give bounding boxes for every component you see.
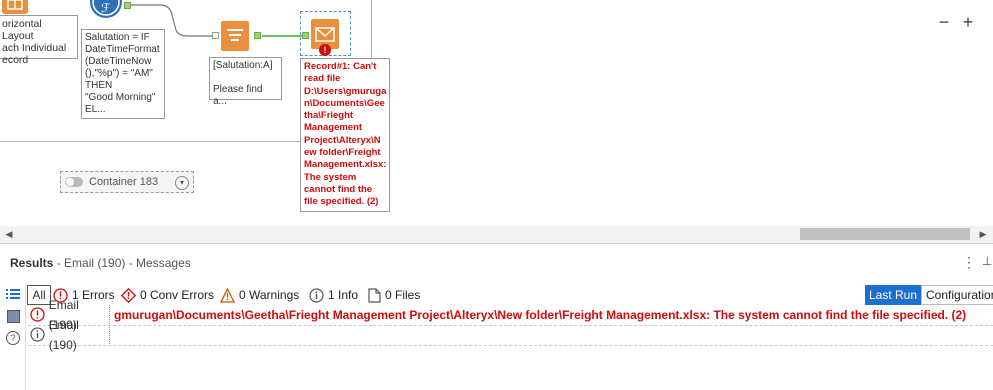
report-text-tool[interactable]: [221, 21, 249, 51]
error-circle-icon: [30, 307, 45, 322]
layout-annotation: orizontal Layout ach Individual ecord: [0, 15, 78, 66]
formula-annotation: Salutation = IF DateTimeFormat (DateTime…: [81, 29, 165, 119]
files-count-label: 0 Files: [385, 288, 421, 302]
canvas-horizontal-scrollbar[interactable]: ◀ ▶: [0, 226, 993, 243]
container-toggle-icon[interactable]: [65, 177, 83, 187]
layout-tool-icon: [7, 0, 23, 10]
filter-info-button[interactable]: 1 Info: [309, 285, 358, 305]
info-count-label: 1 Info: [328, 288, 359, 302]
filter-conv-errors-button[interactable]: 0 Conv Errors: [121, 285, 214, 305]
report-text-icon: [227, 29, 243, 41]
more-options-icon[interactable]: ⋮: [962, 254, 976, 271]
pin-icon[interactable]: ⊥: [982, 254, 992, 268]
row-message: gmurugan\Documents\Geetha\Frieght Manage…: [114, 308, 967, 322]
results-title: Results: [10, 256, 54, 270]
results-side-toolbar: ?: [0, 284, 26, 390]
scroll-right-icon[interactable]: ▶: [976, 227, 990, 241]
filter-all-button[interactable]: All: [27, 285, 51, 305]
formula-tool[interactable]: ℱ: [90, 0, 122, 18]
zoom-in-button[interactable]: +: [958, 12, 978, 32]
conv-error-diamond-icon: [121, 287, 136, 303]
warning-triangle-icon: [220, 287, 235, 303]
info-circle-icon: [309, 287, 324, 303]
formula-output-anchor[interactable]: [124, 2, 131, 9]
results-subtitle: - Email (190) - Messages: [56, 256, 191, 270]
container-label: Container 183: [89, 176, 159, 188]
report-output-anchor[interactable]: [254, 32, 261, 39]
formula-icon: ℱ: [92, 0, 120, 16]
layout-tool[interactable]: [2, 0, 28, 14]
filter-files-button[interactable]: 0 Files: [368, 285, 420, 305]
row-tool-name: Email (190): [48, 317, 79, 352]
scroll-left-icon[interactable]: ◀: [2, 227, 16, 241]
email-input-anchor[interactable]: [302, 32, 309, 39]
email-error-annotation: Record#1: Can't read file D:\Users\gmuru…: [300, 58, 390, 212]
report-input-anchor[interactable]: [212, 32, 219, 39]
table-row[interactable]: Email (190): [28, 318, 993, 352]
last-run-button[interactable]: Last Run: [865, 285, 921, 305]
help-icon[interactable]: ?: [6, 331, 20, 345]
error-badge-icon: !: [319, 44, 331, 56]
warnings-count-label: 0 Warnings: [239, 288, 300, 302]
results-header: Results - Email (190) - Messages: [10, 256, 191, 270]
svg-text:ℱ: ℱ: [101, 1, 111, 15]
conv-errors-count-label: 0 Conv Errors: [140, 288, 215, 302]
results-panel: Results - Email (190) - Messages ⋮ ⊥ All…: [0, 243, 993, 390]
row-tool-cell: Email (190): [28, 318, 110, 352]
table-row[interactable]: Email (190) gmurugan\Documents\Geetha\Fr…: [28, 298, 993, 332]
collapsed-container[interactable]: Container 183 ▾: [60, 171, 194, 193]
chevron-down-icon[interactable]: ▾: [175, 176, 189, 190]
configuration-button[interactable]: Configuration: [921, 285, 993, 305]
scrollbar-thumb[interactable]: [800, 228, 970, 240]
message-view-icon[interactable]: [7, 310, 20, 323]
results-filter-bar: All 1 Errors 0 Conv Errors 0 Warnings 1 …: [0, 284, 993, 306]
filter-warnings-button[interactable]: 0 Warnings: [220, 285, 299, 305]
report-annotation: [Salutation:A] Please find a...: [209, 57, 282, 107]
zoom-out-button[interactable]: −: [934, 12, 954, 32]
workflow-canvas[interactable]: orizontal Layout ach Individual ecord ℱ …: [0, 0, 993, 243]
file-icon: [368, 287, 381, 303]
info-circle-icon: [30, 327, 45, 342]
